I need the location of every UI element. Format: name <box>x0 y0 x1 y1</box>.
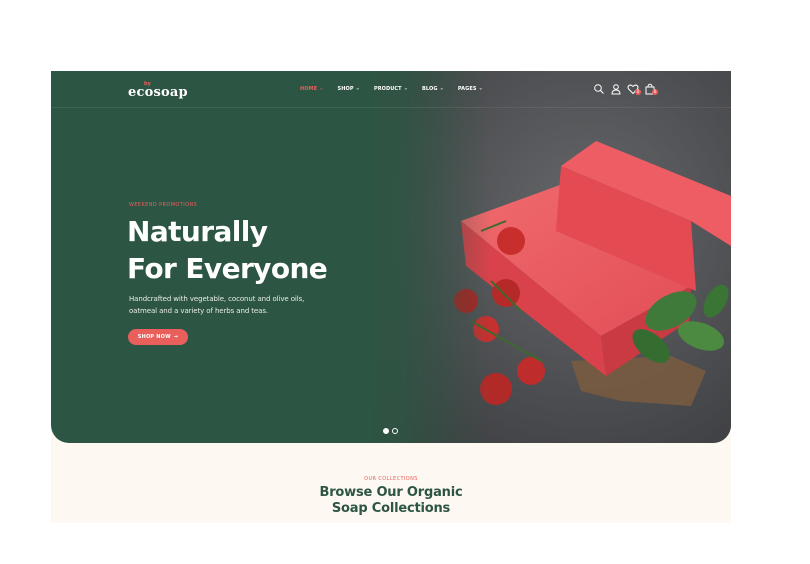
wishlist-icon[interactable]: 0 <box>627 83 641 95</box>
collections-title: Browse Our Organic Soap Collections <box>51 485 731 517</box>
chevron-down-icon: ⌄ <box>355 85 360 92</box>
nav-item-pages[interactable]: PAGES ⌄ <box>457 85 483 93</box>
chevron-down-icon: ⌄ <box>439 85 444 92</box>
logo-wordmark: ecosoap <box>128 85 188 100</box>
main-nav: HOME ⌄ SHOP ⌄ PRODUCT ⌄ BLOG ⌄ PAGES ⌄ <box>300 85 497 93</box>
cart-count-badge: 0 <box>652 89 658 95</box>
nav-item-label: SHOP <box>337 86 354 92</box>
chevron-down-icon: ⌄ <box>478 85 483 92</box>
arrow-right-icon: → <box>173 334 179 340</box>
slider-dot[interactable] <box>392 428 398 434</box>
site-header: by ecosoap HOME ⌄ SHOP ⌄ PRODUCT ⌄ BLOG <box>51 71 731 108</box>
nav-item-product[interactable]: PRODUCT ⌄ <box>373 85 408 93</box>
nav-item-shop[interactable]: SHOP ⌄ <box>337 85 360 93</box>
collections-title-line: Soap Collections <box>331 501 451 516</box>
header-actions: 0 0 <box>593 83 658 95</box>
hero-headline-line: For Everyone <box>127 252 328 285</box>
hero-headline: Naturally For Everyone <box>127 213 328 287</box>
shop-now-button[interactable]: SHOP NOW → <box>128 329 188 345</box>
page-frame: by ecosoap HOME ⌄ SHOP ⌄ PRODUCT ⌄ BLOG <box>51 71 731 523</box>
nav-item-blog[interactable]: BLOG ⌄ <box>422 85 444 93</box>
hero-kicker: WEEKEND PROMOTIONS <box>129 202 198 208</box>
chevron-down-icon: ⌄ <box>319 85 324 92</box>
nav-item-label: HOME <box>300 86 318 92</box>
cart-icon[interactable]: 0 <box>644 83 658 95</box>
chevron-down-icon: ⌄ <box>403 85 408 92</box>
nav-item-label: PAGES <box>457 86 477 92</box>
wishlist-count-badge: 0 <box>635 89 641 95</box>
hero-description: Handcrafted with vegetable, coconut and … <box>129 295 305 315</box>
search-icon[interactable] <box>593 83 605 95</box>
nav-item-home[interactable]: HOME ⌄ <box>300 85 324 93</box>
collections-kicker: OUR COLLECTIONS <box>364 476 418 482</box>
collections-title-line: Browse Our Organic <box>319 485 463 500</box>
nav-item-label: PRODUCT <box>373 86 402 92</box>
shop-now-label: SHOP NOW <box>137 334 171 340</box>
hero-gradient-overlay <box>351 71 491 443</box>
slider-pagination <box>383 428 398 434</box>
nav-item-label: BLOG <box>422 86 438 92</box>
slider-dot-active[interactable] <box>383 428 389 434</box>
user-icon[interactable] <box>610 83 622 95</box>
hero-banner: by ecosoap HOME ⌄ SHOP ⌄ PRODUCT ⌄ BLOG <box>51 71 731 443</box>
hero-headline-line: Naturally <box>127 215 268 248</box>
